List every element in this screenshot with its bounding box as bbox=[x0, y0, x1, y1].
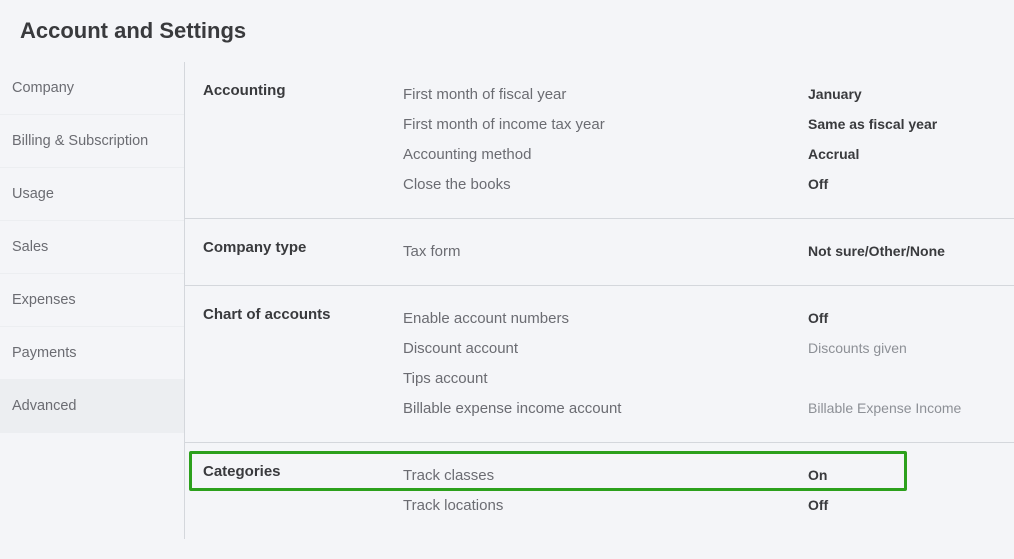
page-title: Account and Settings bbox=[0, 0, 1014, 62]
row-label: Billable expense income account bbox=[403, 400, 808, 417]
settings-content: Accounting First month of fiscal year Ja… bbox=[185, 62, 1014, 539]
row-value: Off bbox=[808, 310, 828, 326]
row-enable-account-numbers: Enable account numbers Off bbox=[403, 304, 1014, 334]
section-title: Accounting bbox=[203, 80, 403, 200]
row-track-locations: Track locations Off bbox=[403, 491, 1014, 521]
row-discount-account: Discount account Discounts given bbox=[403, 334, 1014, 364]
section-categories[interactable]: Categories Track classes On Track locati… bbox=[185, 443, 1014, 539]
row-fiscal-year: First month of fiscal year January bbox=[403, 80, 1014, 110]
sidebar-item-usage[interactable]: Usage bbox=[0, 168, 184, 221]
sidebar-item-company[interactable]: Company bbox=[0, 62, 184, 115]
section-title: Chart of accounts bbox=[203, 304, 403, 424]
row-label: Close the books bbox=[403, 176, 808, 193]
row-value: Off bbox=[808, 176, 828, 192]
row-label: Discount account bbox=[403, 340, 808, 357]
row-label: Tax form bbox=[403, 243, 808, 260]
row-label: Accounting method bbox=[403, 146, 808, 163]
row-value: Accrual bbox=[808, 146, 859, 162]
row-accounting-method: Accounting method Accrual bbox=[403, 140, 1014, 170]
row-income-tax-year: First month of income tax year Same as f… bbox=[403, 110, 1014, 140]
sidebar-item-sales[interactable]: Sales bbox=[0, 221, 184, 274]
row-billable-expense-income: Billable expense income account Billable… bbox=[403, 394, 1014, 424]
row-value: On bbox=[808, 467, 827, 483]
row-label: First month of fiscal year bbox=[403, 86, 808, 103]
section-title: Categories bbox=[203, 461, 403, 521]
row-label: Track classes bbox=[403, 467, 808, 484]
section-accounting[interactable]: Accounting First month of fiscal year Ja… bbox=[185, 62, 1014, 219]
row-label: Enable account numbers bbox=[403, 310, 808, 327]
sidebar-item-expenses[interactable]: Expenses bbox=[0, 274, 184, 327]
row-value: Off bbox=[808, 497, 828, 513]
row-value: January bbox=[808, 86, 862, 102]
section-chart-of-accounts[interactable]: Chart of accounts Enable account numbers… bbox=[185, 286, 1014, 443]
row-close-books: Close the books Off bbox=[403, 170, 1014, 200]
sidebar-item-payments[interactable]: Payments bbox=[0, 327, 184, 380]
row-value: Billable Expense Income bbox=[808, 400, 961, 416]
row-track-classes: Track classes On bbox=[403, 461, 1014, 491]
row-value: Not sure/Other/None bbox=[808, 243, 945, 259]
settings-sidebar: Company Billing & Subscription Usage Sal… bbox=[0, 62, 185, 539]
row-tips-account: Tips account bbox=[403, 364, 1014, 394]
row-label: Track locations bbox=[403, 497, 808, 514]
sidebar-item-advanced[interactable]: Advanced bbox=[0, 380, 184, 433]
row-value: Discounts given bbox=[808, 340, 907, 356]
row-label: First month of income tax year bbox=[403, 116, 808, 133]
row-label: Tips account bbox=[403, 370, 808, 387]
section-company-type[interactable]: Company type Tax form Not sure/Other/Non… bbox=[185, 219, 1014, 286]
row-tax-form: Tax form Not sure/Other/None bbox=[403, 237, 1014, 267]
section-title: Company type bbox=[203, 237, 403, 267]
row-value: Same as fiscal year bbox=[808, 116, 937, 132]
sidebar-item-billing[interactable]: Billing & Subscription bbox=[0, 115, 184, 168]
